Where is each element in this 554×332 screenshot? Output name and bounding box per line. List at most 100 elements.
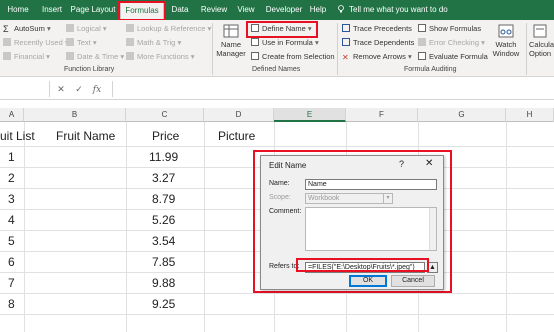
- comment-scrollbar[interactable]: [429, 208, 436, 250]
- column-header-a[interactable]: A: [0, 108, 24, 122]
- cell-price[interactable]: 9.25: [152, 294, 175, 314]
- column-header-c[interactable]: C: [126, 108, 204, 122]
- gridline: [0, 146, 554, 147]
- calendar-icon: [66, 52, 74, 60]
- close-icon[interactable]: ✕: [425, 158, 433, 169]
- trace-precedents-icon: [342, 24, 350, 32]
- calculator-icon: [533, 24, 547, 38]
- define-name-button[interactable]: Define Name ▾: [251, 23, 312, 35]
- cell-fruit-name-header[interactable]: Fruit Name: [56, 126, 115, 146]
- tab-insert[interactable]: Insert: [38, 0, 66, 20]
- name-field[interactable]: Name: [305, 179, 437, 190]
- logical-button[interactable]: Logical ▾: [66, 23, 107, 35]
- chevron-down-icon: ▾: [383, 194, 392, 203]
- column-header-f[interactable]: F: [346, 108, 418, 122]
- tab-review[interactable]: Review: [198, 0, 230, 20]
- cell-price[interactable]: 9.88: [152, 273, 175, 293]
- use-in-formula-button[interactable]: Use in Formula ▾: [251, 37, 319, 49]
- ribbon-separator: [526, 23, 527, 75]
- tag-icon: [251, 24, 259, 32]
- evaluate-formula-icon: [418, 52, 426, 60]
- tab-help[interactable]: Help: [308, 0, 328, 20]
- cell-price[interactable]: 5.26: [152, 210, 175, 230]
- show-formulas-button[interactable]: Show Formulas: [418, 23, 481, 35]
- formula-input[interactable]: [112, 81, 554, 97]
- name-manager-button[interactable]: Name Manager: [216, 24, 246, 58]
- cell-price[interactable]: 3.27: [152, 168, 175, 188]
- cell-picture-header[interactable]: Picture: [218, 126, 255, 146]
- refers-to-field[interactable]: =FILES("E:\Desktop\Fruits\*.jpeg"): [305, 262, 425, 273]
- financial-button[interactable]: Financial ▾: [3, 51, 50, 63]
- tab-formulas[interactable]: Formulas: [120, 2, 164, 20]
- column-header-h[interactable]: H: [506, 108, 554, 122]
- formula-icon: [251, 38, 259, 46]
- cell-row-number[interactable]: 8: [8, 294, 15, 314]
- autosum-button[interactable]: Σ AutoSum ▾: [3, 23, 51, 35]
- tab-home[interactable]: Home: [2, 0, 34, 20]
- math-trig-button[interactable]: Math & Trig ▾: [126, 37, 181, 49]
- insert-function-icon[interactable]: fx: [88, 82, 106, 98]
- cancel-button[interactable]: Cancel: [391, 275, 435, 287]
- create-from-selection-button[interactable]: Create from Selection: [251, 51, 335, 63]
- column-header-g[interactable]: G: [418, 108, 506, 122]
- tab-view[interactable]: View: [234, 0, 258, 20]
- cell-row-number[interactable]: 4: [8, 210, 15, 230]
- gridline: [0, 314, 554, 315]
- evaluate-formula-button[interactable]: Evaluate Formula: [418, 51, 488, 63]
- help-icon[interactable]: ?: [399, 159, 404, 169]
- cell-price[interactable]: 8.79: [152, 189, 175, 209]
- cell-row-number[interactable]: 7: [8, 273, 15, 293]
- scope-select[interactable]: Workbook ▾: [305, 193, 393, 204]
- cell-fruit-list-header[interactable]: uit List: [0, 126, 35, 146]
- ribbon-separator: [212, 23, 213, 75]
- recently-used-button[interactable]: Recently Used ▾: [3, 37, 69, 49]
- cell-row-number[interactable]: 2: [8, 168, 15, 188]
- cell-row-number[interactable]: 6: [8, 252, 15, 272]
- tab-data[interactable]: Data: [168, 0, 192, 20]
- star-icon: [3, 38, 11, 46]
- formula-bar-buttons: ✕ ✓ fx: [52, 81, 106, 97]
- name-label: Name:: [269, 180, 290, 187]
- refers-to-label: Refers to:: [269, 263, 300, 270]
- cell-price[interactable]: 7.85: [152, 252, 175, 272]
- function-library-label: Function Library: [64, 66, 115, 73]
- ribbon: ΣAutoSum ▾ Recently Used ▾ Financial ▾ L…: [0, 20, 554, 77]
- gridline: [0, 293, 554, 294]
- lightbulb-icon: [338, 5, 344, 13]
- remove-arrows-button[interactable]: ✕ Remove Arrows ▾: [342, 51, 412, 63]
- name-box[interactable]: [0, 81, 50, 97]
- enter-entry-icon[interactable]: ✓: [70, 81, 88, 97]
- column-header-d[interactable]: D: [204, 108, 274, 122]
- comment-label: Comment:: [269, 208, 302, 215]
- tab-developer[interactable]: Developer: [264, 0, 304, 20]
- watch-window-button[interactable]: Watch Window: [490, 24, 522, 58]
- tab-page-layout[interactable]: Page Layout: [70, 0, 116, 20]
- trace-precedents-button[interactable]: Trace Precedents: [342, 23, 412, 35]
- text-button[interactable]: Text ▾: [66, 37, 97, 49]
- trace-dependents-icon: [342, 38, 350, 46]
- scope-label: Scope:: [269, 194, 291, 201]
- error-checking-button[interactable]: Error Checking ▾: [418, 37, 485, 49]
- remove-arrows-icon: ✕: [342, 53, 349, 62]
- trace-dependents-button[interactable]: Trace Dependents: [342, 37, 414, 49]
- column-header-b[interactable]: B: [24, 108, 126, 122]
- comment-field[interactable]: [305, 207, 437, 251]
- cell-row-number[interactable]: 3: [8, 189, 15, 209]
- cell-row-number[interactable]: 5: [8, 231, 15, 251]
- calculation-options-button[interactable]: Calcula Option: [529, 24, 554, 58]
- name-manager-icon: [223, 24, 239, 38]
- column-header-e[interactable]: E: [274, 108, 346, 122]
- cell-row-number[interactable]: 1: [8, 147, 15, 167]
- more-functions-button[interactable]: More Functions ▾: [126, 51, 195, 63]
- date-time-button[interactable]: Date & Time ▾: [66, 51, 124, 63]
- cancel-entry-icon[interactable]: ✕: [52, 81, 70, 97]
- edit-name-dialog: Edit Name ? ✕ Name: Name Scope: Workbook…: [260, 155, 444, 290]
- tell-me-box[interactable]: Tell me what you want to do: [337, 0, 448, 20]
- cell-price-header[interactable]: Price: [152, 126, 179, 146]
- collapse-dialog-icon[interactable]: ▲: [427, 262, 438, 273]
- cell-price[interactable]: 11.99: [149, 147, 178, 167]
- lookup-reference-button[interactable]: Lookup & Reference ▾: [126, 23, 211, 35]
- more-functions-icon: [126, 52, 134, 60]
- ok-button[interactable]: OK: [349, 275, 387, 287]
- cell-price[interactable]: 3.54: [152, 231, 175, 251]
